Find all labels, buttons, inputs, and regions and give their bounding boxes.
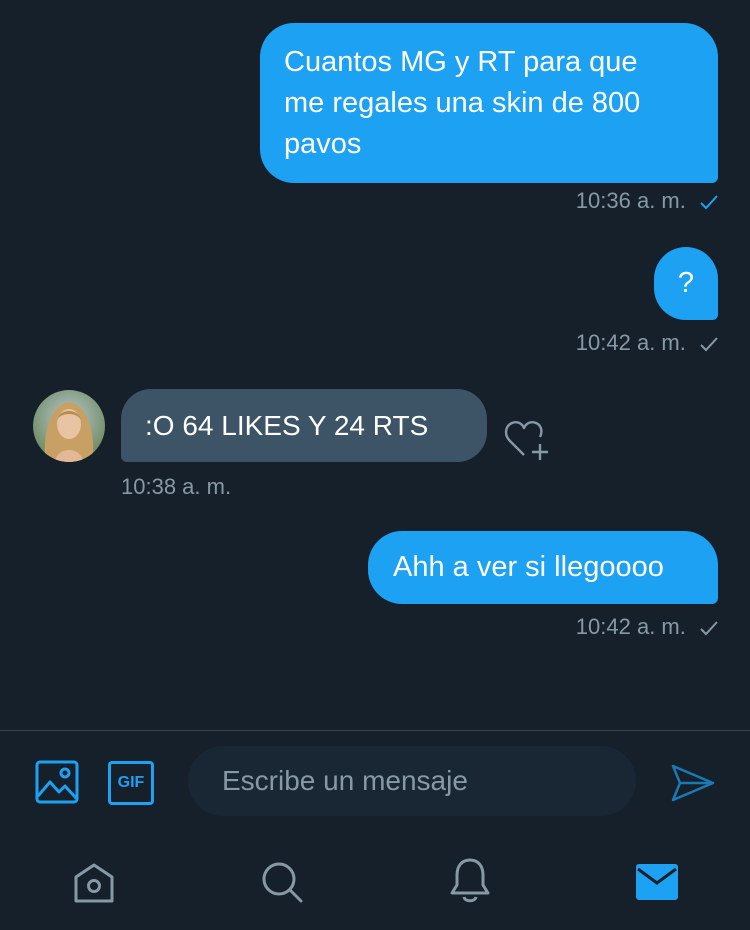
message-timestamp: 10:42 a. m. bbox=[576, 614, 718, 640]
read-check-icon bbox=[700, 195, 718, 210]
outgoing-message[interactable]: ? bbox=[654, 247, 718, 320]
message-input[interactable] bbox=[188, 746, 636, 816]
outgoing-message[interactable]: Ahh a ver si llegoooo bbox=[368, 531, 718, 604]
image-icon[interactable] bbox=[35, 760, 79, 804]
message-line: pavos bbox=[284, 128, 362, 160]
message-line: Cuantos MG y RT para que bbox=[284, 46, 638, 78]
home-icon[interactable] bbox=[72, 862, 116, 904]
message-timestamp: 10:42 a. m. bbox=[576, 330, 718, 356]
conversation-thread: Cuantos MG y RT para que me regales una … bbox=[0, 0, 750, 730]
sent-check-icon bbox=[700, 337, 718, 352]
search-icon[interactable] bbox=[260, 860, 304, 904]
message-text: Ahh a ver si llegoooo bbox=[393, 551, 664, 583]
message-text: ? bbox=[677, 267, 695, 299]
incoming-message[interactable]: :O 64 LIKES Y 24 RTS bbox=[121, 389, 487, 462]
sent-check-icon bbox=[700, 621, 718, 636]
timestamp-text: 10:42 a. m. bbox=[575, 614, 686, 639]
avatar[interactable] bbox=[33, 390, 105, 462]
avatar-image bbox=[33, 390, 105, 462]
gif-icon: GIF bbox=[117, 774, 145, 791]
message-timestamp: 10:36 a. m. bbox=[576, 188, 718, 214]
timestamp-text: 10:42 a. m. bbox=[575, 330, 686, 355]
bell-icon[interactable] bbox=[449, 857, 491, 903]
bottom-tab-bar bbox=[0, 841, 750, 930]
message-line: me regales una skin de 800 bbox=[284, 87, 641, 119]
timestamp-text: 10:36 a. m. bbox=[575, 188, 686, 213]
send-icon[interactable] bbox=[671, 763, 715, 803]
message-composer: GIF bbox=[0, 731, 750, 841]
message-text: :O 64 LIKES Y 24 RTS bbox=[145, 410, 429, 441]
timestamp-text: 10:38 a. m. bbox=[121, 474, 232, 499]
message-timestamp: 10:38 a. m. bbox=[121, 474, 231, 500]
mail-icon[interactable] bbox=[635, 863, 679, 901]
gif-button[interactable]: GIF bbox=[108, 761, 154, 805]
like-message-icon[interactable] bbox=[503, 418, 551, 462]
outgoing-message[interactable]: Cuantos MG y RT para que me regales una … bbox=[260, 23, 718, 183]
